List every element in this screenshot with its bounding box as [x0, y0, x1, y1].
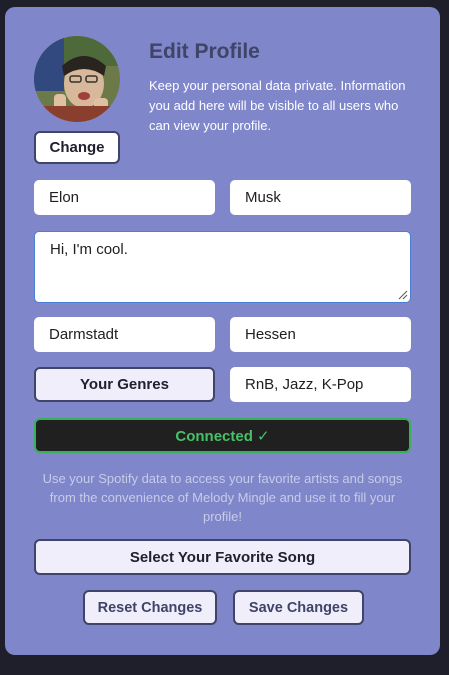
spotify-note: Use your Spotify data to access your fav…	[42, 471, 403, 524]
avatar	[34, 36, 120, 122]
change-avatar-button[interactable]: Change	[34, 131, 120, 164]
page-description: Keep your personal data private. Informa…	[149, 78, 406, 133]
select-favorite-song-button[interactable]: Select Your Favorite Song	[34, 539, 411, 575]
resize-handle-icon[interactable]	[396, 288, 408, 300]
reset-changes-button[interactable]: Reset Changes	[83, 590, 217, 625]
city-field[interactable]: Darmstadt	[34, 317, 215, 352]
edit-profile-card: Change Edit Profile Keep your personal d…	[5, 7, 440, 655]
spotify-connected-button[interactable]: Connected ✓	[34, 418, 411, 453]
bio-textarea[interactable]: Hi, I'm cool.	[34, 231, 411, 303]
last-name-field[interactable]: Musk	[230, 180, 411, 215]
bio-text: Hi, I'm cool.	[50, 241, 128, 258]
first-name-field[interactable]: Elon	[34, 180, 215, 215]
genres-field[interactable]: RnB, Jazz, K-Pop	[230, 367, 411, 402]
avatar-photo	[34, 36, 120, 122]
state-field[interactable]: Hessen	[230, 317, 411, 352]
save-changes-button[interactable]: Save Changes	[233, 590, 364, 625]
your-genres-button[interactable]: Your Genres	[34, 367, 215, 402]
page-title: Edit Profile	[149, 40, 260, 63]
